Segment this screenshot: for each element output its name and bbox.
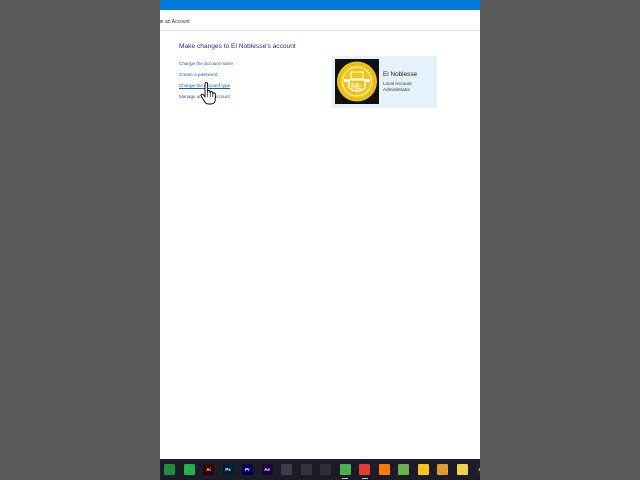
davinci-resolve-icon[interactable] [281, 464, 292, 475]
running-indicator [361, 477, 368, 479]
notes-app-icon[interactable] [456, 464, 468, 475]
obs-icon[interactable] [320, 464, 331, 475]
breadcrumb-text[interactable]: ge an Account [160, 14, 190, 30]
taskbar: Ai Ps Pr Ae AV [160, 459, 480, 480]
create-password-link[interactable]: Create a password [179, 69, 233, 80]
running-indicator [342, 477, 348, 479]
messaging-app-icon[interactable] [183, 464, 195, 475]
audio-app-icon[interactable] [437, 464, 448, 475]
illustrator-icon[interactable]: Ai [203, 464, 214, 475]
camtasia-recorder-icon[interactable] [359, 464, 370, 475]
change-account-name-link[interactable]: Change the account name [179, 58, 233, 69]
account-role: Administrator [383, 87, 411, 92]
title-bar [160, 0, 480, 10]
davinci-fusion-icon[interactable] [300, 464, 312, 475]
shield-app-icon[interactable] [398, 464, 409, 475]
camtasia-icon[interactable] [339, 464, 351, 475]
avatar [335, 59, 379, 104]
hand-pointer-cursor-icon [200, 82, 220, 106]
control-panel-window: ge an Account Make changes to El Nobless… [160, 0, 480, 480]
photoshop-icon[interactable]: Ps [222, 464, 234, 475]
adobe-app-icon[interactable] [378, 464, 390, 475]
premiere-icon[interactable]: Pr [242, 464, 253, 475]
gold-emblem-logo [335, 59, 379, 104]
spreadsheet-app-icon[interactable] [164, 464, 175, 475]
account-card: El Noblesse Local Account Administrator [332, 56, 437, 108]
after-effects-icon[interactable]: Ae [261, 464, 273, 475]
account-name: El Noblesse [383, 71, 418, 78]
vegas-app-icon[interactable]: AV [476, 464, 480, 475]
account-type: Local Account [383, 81, 412, 86]
triangle-app-icon[interactable] [417, 464, 429, 475]
page-title: Make changes to El Noblesse's account [179, 43, 296, 50]
breadcrumb: ge an Account [160, 14, 480, 31]
